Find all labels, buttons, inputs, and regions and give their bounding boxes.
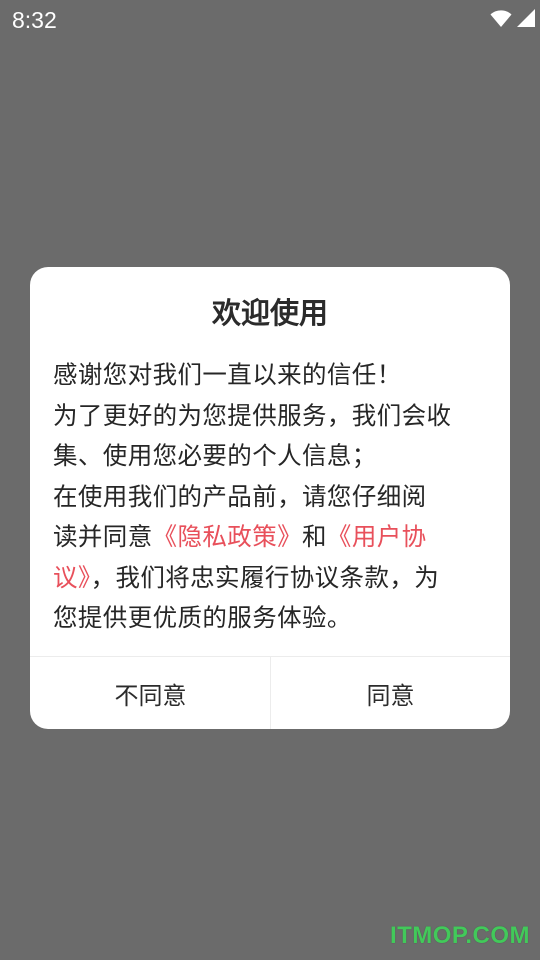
- status-time: 8:32: [12, 7, 57, 33]
- signal-icon: [517, 9, 535, 27]
- body-line-5-prefix: 读并同意: [53, 522, 153, 551]
- body-line-4: 在使用我们的产品前，请您仔细阅: [53, 481, 427, 511]
- body-line-5: 读并同意《隐私政策》和《用户协: [53, 517, 491, 558]
- status-bar: 8:32: [0, 0, 540, 40]
- body-line-2: 为了更好的为您提供服务，我们会收: [53, 400, 452, 430]
- disagree-button[interactable]: 不同意: [31, 657, 270, 729]
- body-line-3: 集、使用您必要的个人信息；: [53, 441, 377, 470]
- wifi-icon: [490, 10, 512, 27]
- user-agreement-link-continued[interactable]: 议》: [53, 563, 91, 592]
- privacy-policy-link[interactable]: 《隐私政策》: [153, 522, 302, 551]
- user-agreement-link[interactable]: 《用户协: [327, 522, 427, 551]
- body-line-5-and: 和: [302, 522, 327, 551]
- dialog-title: 欢迎使用: [211, 296, 328, 330]
- body-line-7: 您提供更优质的服务体验。: [53, 603, 352, 632]
- watermark: ITMOP.COM: [389, 922, 530, 949]
- dialog-body: 感谢您对我们一直以来的信任！ 为了更好的为您提供服务，我们会收 集、使用您必要的…: [53, 355, 491, 639]
- agree-button[interactable]: 同意: [271, 657, 510, 729]
- body-line-1: 感谢您对我们一直以来的信任！: [53, 360, 402, 389]
- body-line-6-rest: ，我们将忠实履行协议条款，为: [90, 562, 440, 592]
- body-line-6: 议》，我们将忠实履行协议条款，为: [53, 558, 491, 599]
